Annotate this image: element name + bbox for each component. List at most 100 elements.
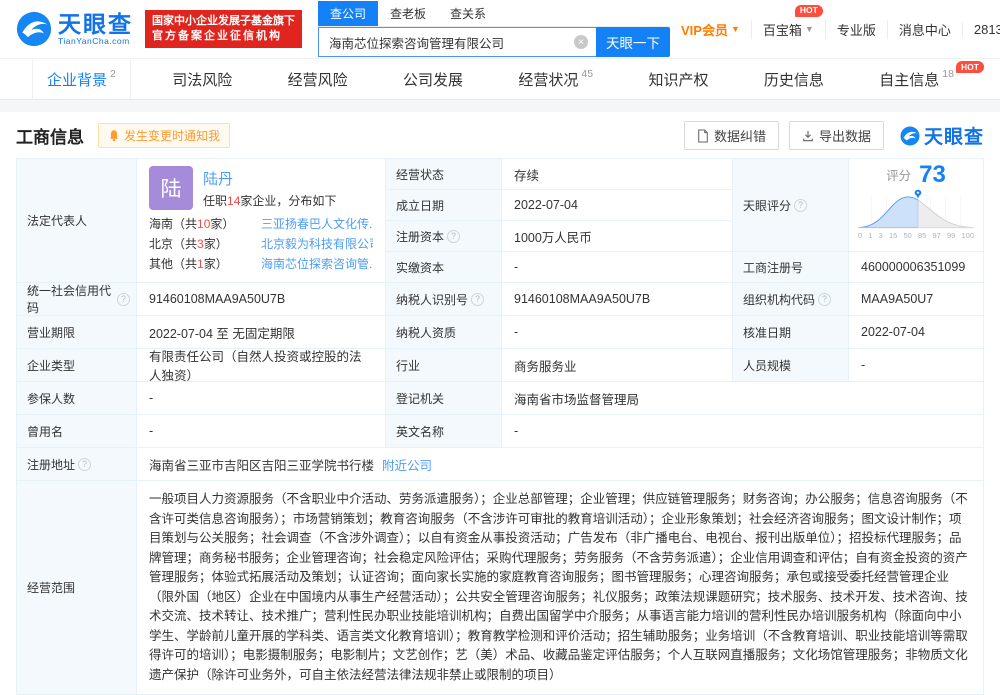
- field-label-registration-no: 工商注册号: [733, 252, 848, 282]
- field-value-registration-no: 460000006351099: [849, 252, 983, 282]
- nearby-companies-link[interactable]: 附近公司: [382, 455, 432, 474]
- search-input-box: ×: [318, 27, 596, 57]
- field-label-company-type: 企业类型: [17, 349, 136, 381]
- watermark-logo: 天眼查: [900, 122, 984, 149]
- search-tabs: 查公司 查老板 查关系: [318, 1, 670, 27]
- tianyancha-logo-icon: [16, 11, 52, 47]
- section-title: 工商信息: [16, 128, 84, 147]
- help-icon[interactable]: ?: [447, 229, 461, 243]
- field-value-taxpayer-quality: -: [502, 316, 732, 348]
- field-value-staff-size: -: [849, 349, 983, 381]
- field-value-approval-date: 2022-07-04: [849, 316, 983, 348]
- gov-certification-badge: 国家中小企业发展子基金旗下 官方备案企业征信机构: [145, 10, 302, 48]
- score-value: 评分 73: [886, 161, 946, 188]
- hot-badge: HOT: [956, 61, 984, 74]
- tab-history-info[interactable]: 历史信息: [750, 59, 838, 99]
- help-icon[interactable]: ?: [78, 457, 92, 471]
- rep-distribution-row: 北京（共3家） 北京毅为科技有限公司等: [149, 234, 373, 254]
- chevron-down-icon: ▼: [730, 24, 740, 34]
- hot-badge: HOT: [794, 4, 823, 17]
- company-link[interactable]: 海南芯位探索咨询管...: [261, 257, 373, 271]
- search-input[interactable]: [327, 34, 574, 50]
- field-label-credit-code: 统一社会信用代码?: [17, 283, 136, 315]
- avatar: 陆: [149, 166, 193, 210]
- score-axis-ticks: 0 1 3 15 50 85 97 99 100: [858, 231, 974, 240]
- field-label-legal-rep: 法定代表人: [17, 159, 136, 282]
- chevron-down-icon: ▼: [804, 24, 814, 34]
- nav-messages[interactable]: 消息中心: [886, 19, 962, 39]
- score-curve-chart: [857, 189, 975, 231]
- field-value-registry: 海南省市场监督管理局: [502, 382, 983, 414]
- logo-text-cn: 天眼查: [58, 10, 133, 37]
- nav-pro[interactable]: 专业版: [824, 19, 887, 39]
- field-value-business-term: 2022-07-04 至 无固定期限: [137, 316, 385, 348]
- divider-strip: [0, 100, 1000, 112]
- tab-self-info[interactable]: 自主信息 18 HOT: [865, 59, 984, 99]
- help-icon[interactable]: ?: [117, 292, 130, 306]
- company-tabbar: 企业背景 2 司法风险 经营风险 公司发展 经营状况 45 知识产权 历史信息 自主…: [0, 59, 1000, 100]
- data-correction-button[interactable]: 数据纠错: [683, 121, 779, 150]
- tab-company-development[interactable]: 公司发展: [389, 59, 477, 99]
- top-header: 天眼查 TianYanCha.com 国家中小企业发展子基金旗下 官方备案企业征…: [0, 0, 1000, 59]
- company-link[interactable]: 三亚扬春巴人文化传...: [261, 217, 373, 231]
- nav-user-counter[interactable]: 2813...: [961, 21, 1000, 37]
- rep-distribution-row: 海南（共10家） 三亚扬春巴人文化传...等: [149, 214, 373, 234]
- field-value-company-type: 有限责任公司（自然人投资或控股的法人独资）: [137, 349, 385, 383]
- search-tab-company[interactable]: 查公司: [318, 1, 379, 26]
- field-value-insured-count: -: [137, 382, 385, 414]
- field-label-paid-in-capital: 实缴资本: [386, 252, 501, 282]
- tianyancha-logo[interactable]: 天眼查 TianYanCha.com: [16, 11, 133, 47]
- help-icon[interactable]: ?: [471, 292, 485, 306]
- field-label-operating-status: 经营状态: [386, 159, 501, 189]
- legal-rep-desc: 任职14家企业，分布如下: [203, 193, 337, 208]
- tab-judicial-risk[interactable]: 司法风险: [158, 59, 246, 99]
- field-label-tyc-score: 天眼评分?: [733, 159, 848, 251]
- field-label-former-name: 曾用名: [17, 415, 136, 447]
- logo-text-en: TianYanCha.com: [58, 35, 130, 46]
- field-label-insured-count: 参保人数: [17, 382, 136, 414]
- field-label-business-scope: 经营范围: [17, 481, 136, 694]
- field-value-operating-status: 存续: [502, 159, 732, 189]
- nav-vip[interactable]: VIP会员 ▼: [670, 20, 751, 39]
- nav-toolbox[interactable]: HOT 百宝箱 ▼: [750, 4, 825, 39]
- field-value-registered-capital: 1000万人民币: [502, 221, 732, 251]
- field-value-address: 海南省三亚市吉阳区吉阳三亚学院书行楼 附近公司: [137, 448, 983, 480]
- field-value-taxpayer-id: 91460108MAA9A50U7B: [502, 283, 732, 315]
- score-chart-cell: 评分 73 0 1 3 15 50 85 97 99 100: [849, 159, 983, 251]
- field-value-credit-code: 91460108MAA9A50U7B: [137, 283, 385, 315]
- field-label-taxpayer-quality: 纳税人资质: [386, 316, 501, 348]
- export-data-button[interactable]: 导出数据: [788, 121, 884, 150]
- tab-operation-risk[interactable]: 经营风险: [274, 59, 362, 99]
- help-icon[interactable]: ?: [818, 292, 832, 306]
- tab-company-background[interactable]: 企业背景 2: [32, 59, 131, 99]
- search-tab-relation[interactable]: 查关系: [438, 1, 498, 26]
- field-label-english-name: 英文名称: [386, 415, 501, 447]
- field-value-former-name: -: [137, 415, 385, 447]
- help-icon[interactable]: ?: [794, 198, 808, 212]
- field-value-paid-in-capital: -: [502, 252, 732, 282]
- bell-icon: [108, 129, 120, 142]
- notify-change-button[interactable]: 发生变更时通知我: [98, 123, 231, 148]
- search-button[interactable]: 天眼一下: [596, 27, 670, 57]
- search-area: 查公司 查老板 查关系 × 天眼一下: [318, 1, 670, 57]
- field-label-address: 注册地址?: [17, 448, 136, 480]
- company-link[interactable]: 北京毅为科技有限公司: [261, 237, 373, 251]
- field-label-org-code: 组织机构代码?: [733, 283, 848, 315]
- field-label-staff-size: 人员规模: [733, 349, 848, 381]
- field-label-industry: 行业: [386, 349, 501, 381]
- search-tab-boss[interactable]: 查老板: [378, 1, 438, 26]
- tab-intellectual-property[interactable]: 知识产权: [634, 59, 722, 99]
- field-label-registry: 登记机关: [386, 382, 501, 414]
- field-label-approval-date: 核准日期: [733, 316, 848, 348]
- legal-rep-name-link[interactable]: 陆丹: [203, 168, 336, 189]
- business-info-table: 法定代表人 陆 陆丹 任职14家企业，分布如下 海南（共10家） 三亚扬春巴人文…: [16, 158, 984, 695]
- field-value-org-code: MAA9A50U7: [849, 283, 983, 315]
- field-label-business-term: 营业期限: [17, 316, 136, 348]
- field-label-established-date: 成立日期: [386, 190, 501, 220]
- section-header: 工商信息 发生变更时通知我 数据纠错 导出数据 天眼查: [0, 112, 1000, 158]
- download-icon: [802, 130, 814, 142]
- top-nav: VIP会员▼ HOT 百宝箱▼ 专业版 消息中心 2813...: [670, 4, 1000, 39]
- field-value-established-date: 2022-07-04: [502, 190, 732, 220]
- tab-operation-status[interactable]: 经营状况 45: [504, 59, 607, 99]
- clear-icon[interactable]: ×: [574, 35, 588, 49]
